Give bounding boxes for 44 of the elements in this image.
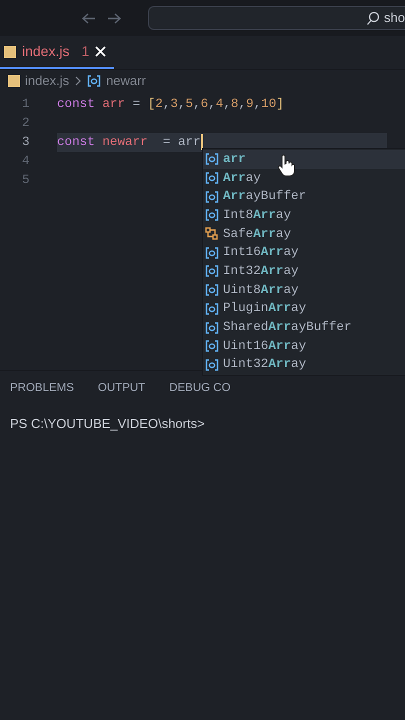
panel-tab[interactable]: OUTPUT xyxy=(98,380,146,398)
variable-icon xyxy=(205,339,219,354)
breadcrumb-item[interactable]: newarr xyxy=(106,71,146,91)
suggestion-item[interactable]: arr xyxy=(203,150,405,169)
chevron-icon xyxy=(74,75,82,87)
panel-tab[interactable]: PROBLEMS xyxy=(10,380,74,398)
line-number: 2 xyxy=(21,115,31,132)
terminal-prompt: PS C:\YOUTUBE_VIDEO\shorts> xyxy=(10,416,205,431)
line-number: 5 xyxy=(21,172,31,190)
line-number: 1 xyxy=(21,96,31,114)
suggestion-item[interactable]: SafeArray xyxy=(203,224,405,244)
suggestion-item[interactable]: Uint32Array xyxy=(203,356,405,374)
hand-cursor-icon xyxy=(276,154,296,178)
line-number: 3 xyxy=(21,134,31,152)
suggestion-item[interactable]: Int8Array xyxy=(203,206,405,225)
variable-icon xyxy=(205,152,219,166)
suggestion-item[interactable]: Uint16Array xyxy=(203,336,405,356)
variable-icon xyxy=(205,302,219,316)
variable-icon xyxy=(205,320,219,335)
search-icon xyxy=(366,10,380,26)
suggestion-item[interactable]: ArrayBuffer xyxy=(203,187,405,206)
variable-icon xyxy=(205,208,219,222)
close-icon[interactable] xyxy=(95,44,106,60)
suggestion-item[interactable]: SharedArrayBuffer xyxy=(203,318,405,337)
panel-tab[interactable]: DEBUG CO xyxy=(169,380,231,398)
suggestion-item[interactable]: Uint8Array xyxy=(203,280,405,300)
variable-icon xyxy=(205,171,219,186)
variable-icon xyxy=(87,74,102,88)
variable-icon xyxy=(205,283,219,298)
suggestion-item[interactable]: Array xyxy=(203,168,405,188)
variable-icon xyxy=(205,358,219,372)
variable-icon xyxy=(205,264,219,278)
class-icon xyxy=(205,227,219,242)
line-number: 4 xyxy=(21,153,31,170)
suggestion-item[interactable]: Int16Array xyxy=(203,243,405,262)
search-field[interactable]: sho xyxy=(148,6,405,30)
breadcrumb-item[interactable]: index.js xyxy=(25,71,70,91)
suggestion-item[interactable]: Int32Array xyxy=(203,262,405,281)
variable-icon xyxy=(205,190,219,204)
js-file-icon xyxy=(4,46,16,58)
code-line: const arr = [2,3,5,6,4,8,9,10] xyxy=(57,96,284,113)
js-file-icon xyxy=(8,75,20,87)
variable-icon xyxy=(205,246,219,260)
suggestion-item[interactable]: PluginArray xyxy=(203,300,405,318)
